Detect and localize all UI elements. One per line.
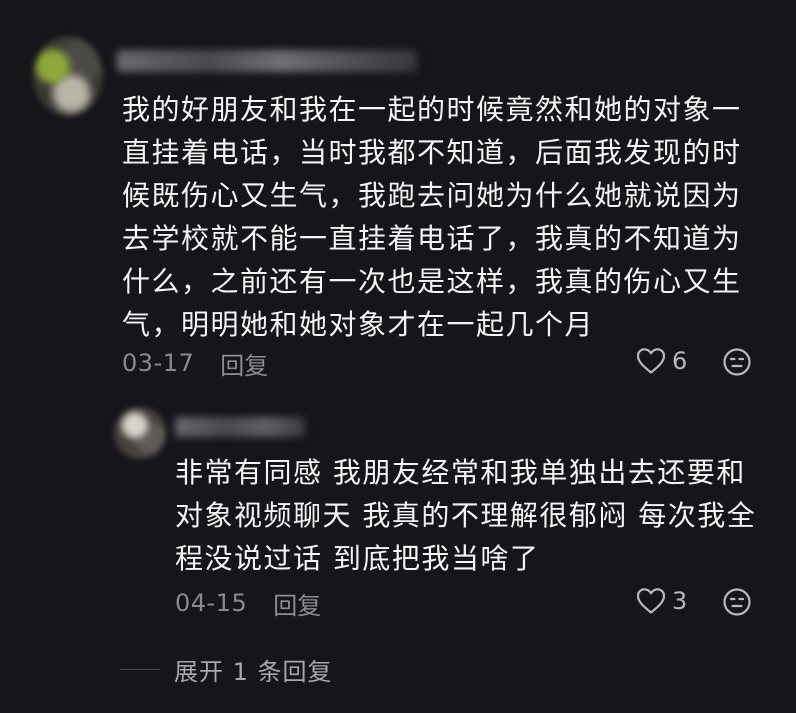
comment-date: 03-17 xyxy=(122,349,195,377)
like-count: 3 xyxy=(672,587,688,615)
comment-meta: 03-17 回复 xyxy=(122,346,268,380)
expand-replies-label: 展开 1 条回复 xyxy=(174,657,333,686)
avatar[interactable] xyxy=(33,36,103,116)
username-blurred[interactable] xyxy=(117,50,417,72)
emoji-face-icon[interactable] xyxy=(722,347,752,377)
comment-line: 去学校就不能一直挂着电话了，我真的不知道为 xyxy=(122,222,742,255)
comment-meta: 04-15 回复 xyxy=(175,586,321,620)
comment-line: 候既伤心又生气，我跑去问她为什么她就说因为 xyxy=(122,179,742,212)
heart-outline-icon xyxy=(636,347,666,375)
username-blurred[interactable] xyxy=(175,417,305,437)
expand-replies-button[interactable]: 展开 1 条回复 xyxy=(120,652,333,686)
emoji-face-icon[interactable] xyxy=(722,587,752,617)
like-button[interactable]: 3 xyxy=(636,587,687,615)
reply-button[interactable]: 回复 xyxy=(273,586,321,621)
comment-line: 气，明明她和她对象才在一起几个月 xyxy=(122,308,595,341)
comment-content: 我的好朋友和我在一起的时候竟然和她的对象一 直挂着电话，当时我都不知道，后面我发… xyxy=(122,88,782,346)
comment-line: 对象视频聊天 我真的不理解很郁闷 每次我全 xyxy=(175,499,757,532)
reply-content: 非常有同感 我朋友经常和我单独出去还要和 对象视频聊天 我真的不理解很郁闷 每次… xyxy=(175,451,775,580)
reply-button[interactable]: 回复 xyxy=(220,346,268,381)
comment-line: 程没说过话 到底把我当啥了 xyxy=(175,542,540,575)
avatar[interactable] xyxy=(114,407,166,459)
divider-line xyxy=(120,668,160,670)
like-button[interactable]: 6 xyxy=(636,347,687,375)
comment-line: 非常有同感 我朋友经常和我单独出去还要和 xyxy=(175,456,746,489)
heart-outline-icon xyxy=(636,587,666,615)
comment-line: 直挂着电话，当时我都不知道，后面我发现的时 xyxy=(122,136,742,169)
comment-line: 什么，之前还有一次也是这样，我真的伤心又生 xyxy=(122,265,742,298)
like-count: 6 xyxy=(672,347,688,375)
comment-line: 我的好朋友和我在一起的时候竟然和她的对象一 xyxy=(122,93,742,126)
comment-date: 04-15 xyxy=(175,589,248,617)
